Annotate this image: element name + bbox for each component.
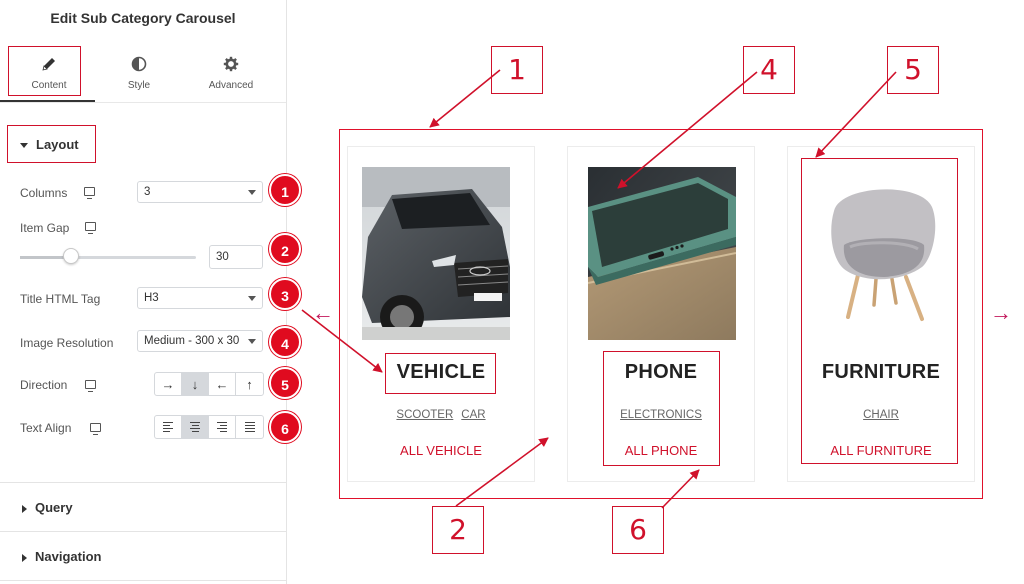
badge-4: 4 <box>269 326 301 358</box>
callout-6: 6 <box>612 506 664 554</box>
carousel-next-arrow[interactable]: → <box>990 300 1012 326</box>
text-align-label: Text Align <box>20 421 72 435</box>
direction-left-button[interactable]: ← <box>209 373 236 395</box>
align-justify-icon <box>244 422 255 432</box>
vehicle-all-link[interactable]: ALL VEHICLE <box>348 443 534 458</box>
tab-style-label: Style <box>127 80 151 91</box>
contrast-icon <box>131 56 147 72</box>
callout-1: 1 <box>491 46 543 94</box>
title-tag-select[interactable]: H3 <box>137 287 263 309</box>
badge-1: 1 <box>269 174 301 206</box>
gear-icon <box>223 56 239 72</box>
tab-advanced-label: Advanced <box>208 80 254 91</box>
item-highlight <box>801 158 958 464</box>
desktop-icon <box>85 222 96 234</box>
desktop-icon <box>90 423 101 435</box>
desktop-icon <box>84 187 95 199</box>
align-right-button[interactable] <box>209 416 236 438</box>
dropdown-arrow-icon <box>248 296 256 301</box>
caret-right-icon <box>22 553 27 562</box>
section-divider <box>0 580 286 581</box>
callout-5: 5 <box>887 46 939 94</box>
text-align-button-group <box>154 415 264 439</box>
item-gap-slider-handle[interactable] <box>63 248 79 264</box>
badge-3: 3 <box>269 278 301 310</box>
align-left-button[interactable] <box>155 416 182 438</box>
subcategory-link[interactable]: SCOOTER <box>396 409 453 421</box>
title-highlight <box>385 353 496 394</box>
tab-highlight <box>8 46 81 96</box>
align-center-icon <box>190 422 200 432</box>
callout-2: 2 <box>432 506 484 554</box>
query-section-header[interactable]: Query <box>22 500 262 515</box>
tab-advanced[interactable]: Advanced <box>184 52 278 100</box>
dropdown-arrow-icon <box>248 339 256 344</box>
editor-panel: Edit Sub Category Carousel Content Style… <box>0 0 301 584</box>
subcategory-link[interactable]: CAR <box>461 409 485 421</box>
columns-value: 3 <box>144 186 151 198</box>
layout-highlight <box>7 125 96 163</box>
title-tag-value: H3 <box>144 292 159 304</box>
navigation-section-header[interactable]: Navigation <box>22 549 262 564</box>
desktop-icon <box>85 380 96 392</box>
badge-2: 2 <box>269 233 301 265</box>
badge-6: 6 <box>269 411 301 443</box>
align-center-button[interactable] <box>182 416 209 438</box>
dropdown-arrow-icon <box>248 190 256 195</box>
phone-image <box>588 167 736 340</box>
navigation-section-label: Navigation <box>35 549 102 564</box>
align-right-icon <box>217 422 227 432</box>
direction-up-button[interactable]: ↑ <box>236 373 263 395</box>
section-divider <box>0 531 286 532</box>
item-gap-label: Item Gap <box>20 221 70 235</box>
tabs-divider <box>0 102 286 103</box>
carousel-card-vehicle[interactable]: VEHICLE SCOOTER CAR ALL VEHICLE <box>347 146 535 482</box>
direction-button-group: → ↓ ← ↑ <box>154 372 264 396</box>
item-gap-slider-track[interactable] <box>20 256 196 259</box>
align-justify-button[interactable] <box>236 416 263 438</box>
vehicle-image <box>362 167 510 340</box>
image-resolution-select[interactable]: Medium - 300 x 30 <box>137 330 263 352</box>
caret-right-icon <box>22 504 27 513</box>
direction-label: Direction <box>20 378 68 392</box>
text-align-highlight <box>603 351 720 466</box>
direction-right-button[interactable]: → <box>155 373 182 395</box>
title-tag-label: Title HTML Tag <box>20 292 101 306</box>
tab-style[interactable]: Style <box>92 52 186 100</box>
callout-4: 4 <box>743 46 795 94</box>
item-gap-input[interactable]: 30 <box>209 245 263 269</box>
panel-title: Edit Sub Category Carousel <box>50 10 236 26</box>
image-resolution-value: Medium - 300 x 30 <box>144 335 240 347</box>
align-left-icon <box>163 422 173 432</box>
carousel-prev-arrow[interactable]: ← <box>312 300 334 326</box>
direction-down-button[interactable]: ↓ <box>182 373 209 395</box>
section-divider <box>0 482 286 483</box>
badge-5: 5 <box>269 367 301 399</box>
columns-select[interactable]: 3 <box>137 181 263 203</box>
vehicle-subcategories: SCOOTER CAR <box>348 409 534 421</box>
columns-label: Columns <box>20 186 68 200</box>
image-resolution-label: Image Resolution <box>20 336 114 350</box>
query-section-label: Query <box>35 500 73 515</box>
